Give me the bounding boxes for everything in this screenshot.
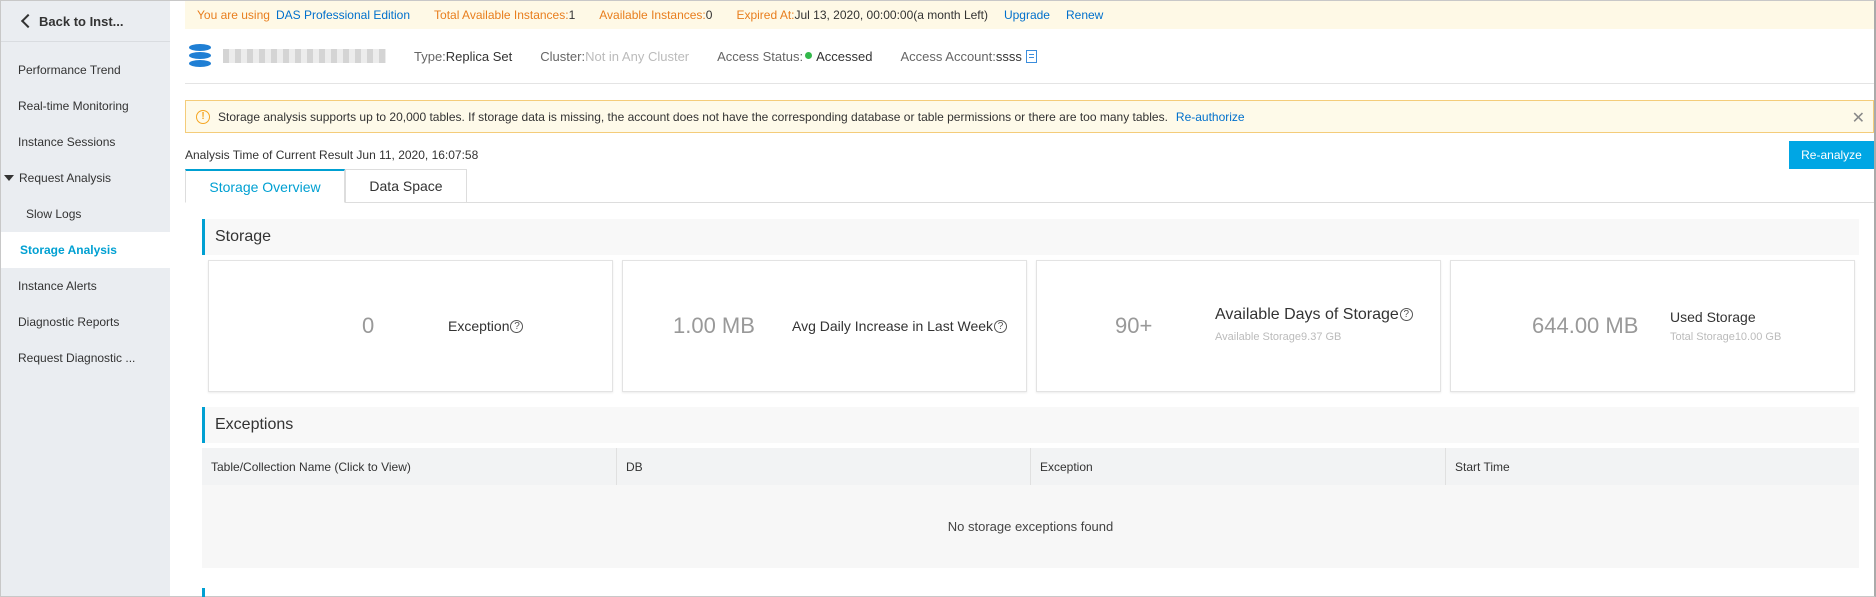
column-header-start-time: Start Time [1455,459,1510,474]
sidebar-item-label: Instance Sessions [18,135,116,149]
avg-daily-increase-card: 1.00 MB Avg Daily Increase in Last Week? [622,260,1027,392]
sidebar: Back to Inst... Performance Trend Real-t… [1,1,170,596]
sidebar-item-request-diagnostic[interactable]: Request Diagnostic ... [1,340,170,376]
sidebar-item-label: Storage Analysis [20,243,117,257]
exception-count: 0 [362,313,375,338]
back-label: Back to Inst... [39,13,124,29]
used-storage-card: 644.00 MB Used Storage Total Storage10.0… [1450,260,1855,392]
tab-bar: Storage Overview Data Space [185,169,1874,203]
sidebar-item-request-analysis[interactable]: Request Analysis [1,160,170,196]
database-icon [189,44,211,68]
available-days-value: 90+ [1115,313,1153,338]
access-account-value: ssss [995,48,1022,64]
sidebar-item-label: Request Diagnostic ... [18,351,136,365]
expired-label: Expired At: [736,8,795,22]
sidebar-item-diagnostic-reports[interactable]: Diagnostic Reports [1,304,170,340]
tab-data-space[interactable]: Data Space [345,169,467,203]
sidebar-item-performance-trend[interactable]: Performance Trend [1,52,170,88]
exception-card: 0 Exception? [208,260,613,392]
sidebar-item-real-time-monitoring[interactable]: Real-time Monitoring [1,88,170,124]
total-instances-label: Total Available Instances: [434,8,569,22]
re-authorize-link[interactable]: Re-authorize [1176,110,1245,124]
sidebar-item-label: Instance Alerts [18,279,97,293]
edition-banner: You are using DAS Professional Edition T… [185,1,1874,29]
tab-storage-overview[interactable]: Storage Overview [185,169,345,203]
re-analyze-button[interactable]: Re-analyze [1789,141,1874,169]
status-dot-icon [805,52,813,59]
sidebar-item-storage-analysis[interactable]: Storage Analysis [1,232,170,268]
table-empty-state: No storage exceptions found [202,485,1859,568]
upgrade-link[interactable]: Upgrade [1004,8,1050,22]
storage-notice: ! Storage analysis supports up to 20,000… [185,100,1874,133]
sidebar-item-label: Performance Trend [18,63,121,77]
edit-icon[interactable] [1025,49,1037,63]
cluster-label: Cluster: [540,48,586,64]
chevron-left-icon [20,13,36,29]
next-section-marker [202,588,205,597]
column-header-db: DB [617,448,1031,485]
main-content: You are using DAS Professional Edition T… [185,1,1874,597]
avg-daily-increase-name: Avg Daily Increase in Last Week? [792,318,1008,334]
used-storage-value: 644.00 MB [1532,313,1639,338]
edition-link[interactable]: DAS Professional Edition [276,8,410,22]
sidebar-item-label: Diagnostic Reports [18,315,120,329]
access-status-value: Accessed [816,48,873,64]
analysis-time: Analysis Time of Current Result Jun 11, … [185,148,479,162]
exception-card-name: Exception? [448,318,524,334]
using-label: You are using [197,8,270,22]
used-storage-name: Used Storage [1670,309,1756,325]
caret-down-icon [4,175,14,181]
storage-section-title: Storage [202,219,1859,255]
sidebar-item-label: Slow Logs [26,207,82,221]
instance-info-bar: Type: Replica Set Cluster: Not in Any Cl… [185,29,1874,84]
column-header-exception: Exception [1031,448,1446,485]
help-icon[interactable]: ? [994,320,1008,333]
warning-icon: ! [196,109,210,124]
back-to-instances-link[interactable]: Back to Inst... [1,1,170,42]
renew-link[interactable]: Renew [1066,8,1103,22]
available-days-name: Available Days of Storage? [1215,306,1413,324]
access-status-label: Access Status: [717,48,804,64]
notice-text: Storage analysis supports up to 20,000 t… [218,109,1168,124]
sidebar-item-label: Request Analysis [19,171,112,185]
sidebar-item-instance-alerts[interactable]: Instance Alerts [1,268,170,304]
available-instances-label: Available Instances: [599,8,706,22]
sidebar-item-label: Real-time Monitoring [18,99,129,113]
type-value: Replica Set [445,48,513,64]
access-account-label: Access Account: [900,48,996,64]
expired-value: Jul 13, 2020, 00:00:00(a month Left) [794,8,988,22]
exceptions-section-title: Exceptions [202,407,1859,443]
help-icon[interactable]: ? [510,320,524,333]
column-header-table-name: Table/Collection Name (Click to View) [202,448,617,485]
avg-daily-increase-value: 1.00 MB [673,313,755,338]
cluster-value: Not in Any Cluster [585,48,690,64]
available-storage-sub: Available Storage9.37 GB [1215,331,1342,343]
instance-name-redacted [223,49,386,63]
help-icon[interactable]: ? [1399,308,1413,321]
exceptions-table: Table/Collection Name (Click to View) DB… [202,448,1859,568]
available-days-card: 90+ Available Days of Storage? Available… [1036,260,1441,392]
available-instances-value: 0 [705,8,713,22]
total-instances-value: 1 [568,8,576,22]
total-storage-sub: Total Storage10.00 GB [1670,331,1782,343]
close-icon[interactable]: ✕ [1852,108,1865,128]
sidebar-item-instance-sessions[interactable]: Instance Sessions [1,124,170,160]
type-label: Type: [414,48,446,64]
sidebar-item-slow-logs[interactable]: Slow Logs [1,196,170,232]
table-header: Table/Collection Name (Click to View) DB… [202,448,1859,485]
